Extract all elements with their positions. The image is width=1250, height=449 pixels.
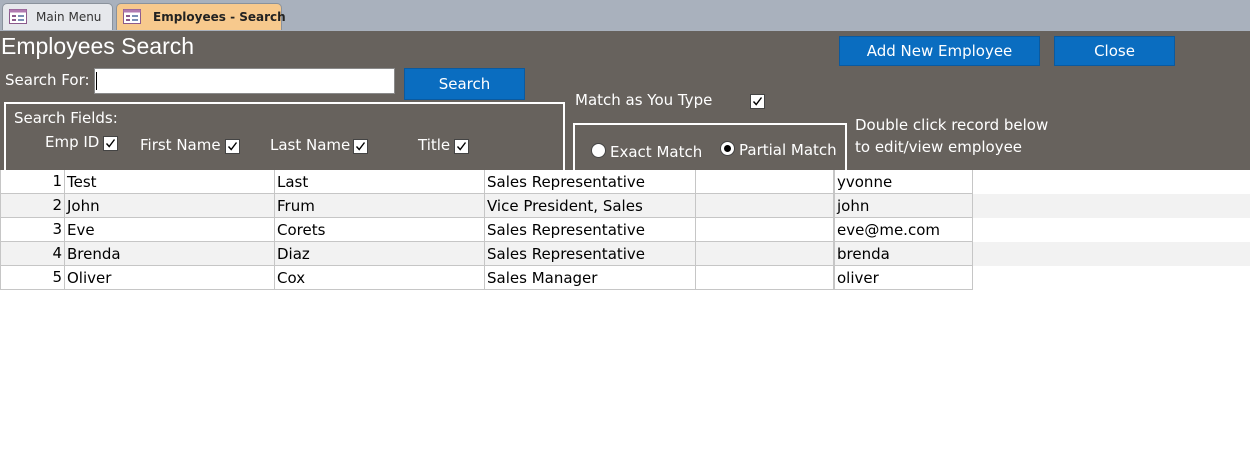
close-button[interactable]: Close xyxy=(1054,36,1175,66)
blank-cell xyxy=(696,194,834,218)
check-icon xyxy=(752,97,763,106)
check-icon xyxy=(105,139,116,148)
title-cell: Sales Representative xyxy=(485,218,696,242)
tab-employees-search[interactable]: Employees - Search xyxy=(116,3,286,30)
title-cell: Sales Representative xyxy=(485,242,696,266)
check-icon xyxy=(227,142,238,151)
last-name-cell: Cox xyxy=(275,266,485,290)
blank-cell xyxy=(696,266,834,290)
hint-line-2: to edit/view employee xyxy=(855,138,1023,156)
first-name-cell: John xyxy=(65,194,275,218)
tab-main-menu[interactable]: Main Menu xyxy=(2,3,113,30)
check-icon xyxy=(355,142,366,151)
form-header: Employees Search Add New Employee Close … xyxy=(0,31,1250,174)
first-name-cell: Oliver xyxy=(65,266,275,290)
search-button[interactable]: Search xyxy=(404,68,525,100)
blank-cell xyxy=(696,218,834,242)
email-cell: brenda xyxy=(834,242,973,266)
document-tab-bar: Main Menu Employees - Search xyxy=(0,0,1250,31)
page-title: Employees Search xyxy=(1,33,195,59)
emp-id-cell: 4 xyxy=(0,242,65,266)
last-name-cell: Frum xyxy=(275,194,485,218)
tab-label: Main Menu xyxy=(36,10,102,24)
partial-match-label: Partial Match xyxy=(739,141,837,159)
emp-id-cell: 2 xyxy=(0,194,65,218)
first-name-cell: Brenda xyxy=(65,242,275,266)
table-row[interactable]: 4 Brenda Diaz Sales Representative brend… xyxy=(0,242,1250,266)
email-cell: john xyxy=(834,194,973,218)
emp-id-label: Emp ID xyxy=(45,133,100,151)
table-row[interactable]: 5 Oliver Cox Sales Manager oliver xyxy=(0,266,1250,290)
title-cell: Sales Representative xyxy=(485,170,696,194)
email-cell: oliver xyxy=(834,266,973,290)
last-name-cell: Diaz xyxy=(275,242,485,266)
form-icon xyxy=(9,9,27,24)
title-label: Title xyxy=(418,136,451,154)
email-cell: yvonne xyxy=(834,170,973,194)
emp-id-checkbox[interactable] xyxy=(103,136,118,151)
table-row[interactable]: 1 Test Last Sales Representative yvonne xyxy=(0,170,1250,194)
first-name-cell: Test xyxy=(65,170,275,194)
search-label: Search For: xyxy=(5,71,90,89)
last-name-cell: Corets xyxy=(275,218,485,242)
first-name-cell: Eve xyxy=(65,218,275,242)
first-name-checkbox[interactable] xyxy=(225,139,240,154)
email-cell: eve@me.com xyxy=(834,218,973,242)
add-new-employee-button[interactable]: Add New Employee xyxy=(839,36,1040,66)
check-icon xyxy=(456,142,467,151)
emp-id-cell: 5 xyxy=(0,266,65,290)
emp-id-cell: 1 xyxy=(0,170,65,194)
search-fields-label: Search Fields: xyxy=(14,109,118,127)
first-name-label: First Name xyxy=(140,136,221,154)
table-row[interactable]: 3 Eve Corets Sales Representative eve@me… xyxy=(0,218,1250,242)
blank-cell xyxy=(696,170,834,194)
partial-match-radio[interactable] xyxy=(720,141,735,156)
match-as-you-type-label: Match as You Type xyxy=(575,91,713,109)
text-cursor xyxy=(96,72,97,90)
title-cell: Sales Manager xyxy=(485,266,696,290)
employee-records-list: 1 Test Last Sales Representative yvonne … xyxy=(0,170,1250,290)
tab-label: Employees - Search xyxy=(153,10,286,24)
hint-line-1: Double click record below xyxy=(855,116,1049,134)
blank-cell xyxy=(696,242,834,266)
last-name-cell: Last xyxy=(275,170,485,194)
last-name-checkbox[interactable] xyxy=(353,139,368,154)
last-name-label: Last Name xyxy=(270,136,351,154)
table-row[interactable]: 2 John Frum Vice President, Sales john xyxy=(0,194,1250,218)
search-input[interactable] xyxy=(94,68,395,94)
match-as-you-type-checkbox[interactable] xyxy=(750,94,765,109)
exact-match-label: Exact Match xyxy=(610,143,703,161)
title-checkbox[interactable] xyxy=(454,139,469,154)
exact-match-radio[interactable] xyxy=(591,143,606,158)
title-cell: Vice President, Sales xyxy=(485,194,696,218)
form-icon xyxy=(123,9,141,24)
emp-id-cell: 3 xyxy=(0,218,65,242)
